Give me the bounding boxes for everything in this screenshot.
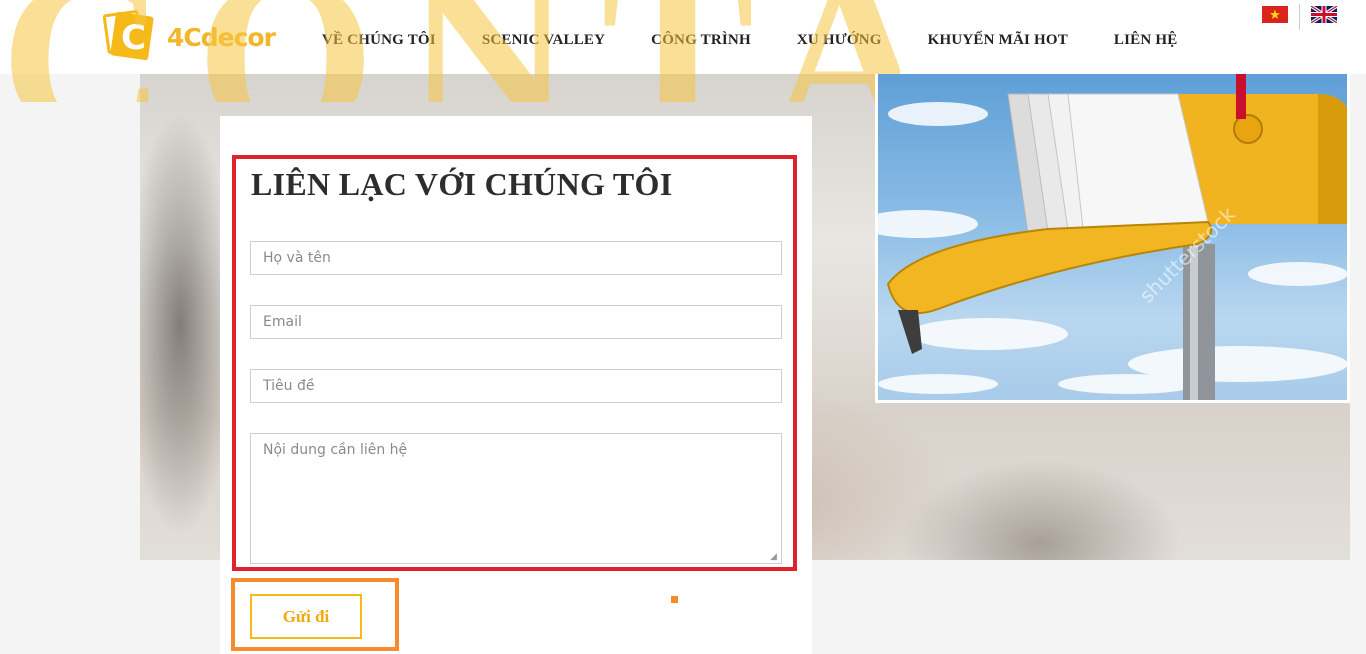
language-divider xyxy=(1299,4,1300,30)
uk-flag-icon[interactable] xyxy=(1310,4,1338,25)
resize-handle-icon[interactable]: ◢ xyxy=(770,552,779,561)
orange-marker xyxy=(671,596,678,603)
nav-item-promotions[interactable]: KHUYẾN MÃI HOT xyxy=(928,32,1068,49)
subject-input[interactable] xyxy=(250,369,782,403)
name-input[interactable] xyxy=(250,241,782,275)
submit-button[interactable]: Gửi đi xyxy=(250,594,362,639)
message-textarea[interactable] xyxy=(250,433,782,564)
vietnamese-flag-icon[interactable]: ★ xyxy=(1262,6,1288,23)
background-watermark-text: CONTA xyxy=(0,0,900,102)
mailbox-photo: shutterstock xyxy=(875,74,1350,403)
form-title: LIÊN LẠC VỚI CHÚNG TÔI xyxy=(251,166,673,202)
email-input[interactable] xyxy=(250,305,782,339)
contact-page: C 4Cdecor VỀ CHÚNG TÔI SCENIC VALLEY CÔN… xyxy=(0,0,1366,654)
nav-item-contact[interactable]: LIÊN HỆ xyxy=(1114,32,1178,49)
